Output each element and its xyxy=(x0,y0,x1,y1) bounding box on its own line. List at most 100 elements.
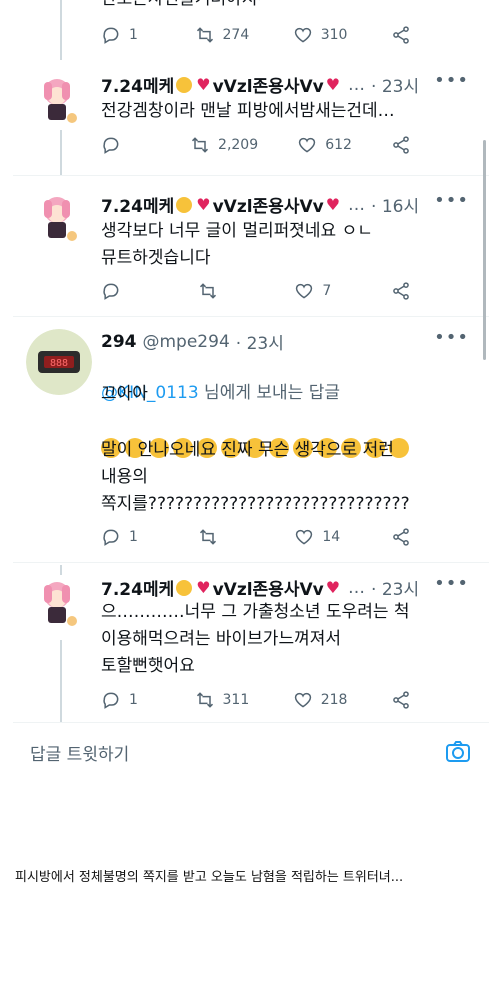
name-truncation: … xyxy=(348,577,366,598)
tweet[interactable]: 7.24메케 ♥ vVzl존용사Vv ♥ … · 23시 ••• 전강겜창이라 … xyxy=(0,60,499,175)
tweet-header: 294 @mpe294 · 23시 xyxy=(101,329,284,355)
reply-button[interactable] xyxy=(101,135,151,155)
tweet-header: 7.24메케 ♥ vVzl존용사Vv ♥ … · 23시 xyxy=(101,575,419,601)
heart-emoji-icon: ♥ xyxy=(325,75,341,94)
tweet[interactable]: 7.24메케 ♥ vVzl존용사Vv ♥ … · 16시 ••• 생각보다 너무… xyxy=(0,176,499,316)
avatar[interactable] xyxy=(28,575,86,633)
tweet-actions: 7 xyxy=(101,280,411,302)
display-name-suffix[interactable]: vVzl존용사Vv xyxy=(213,192,324,217)
display-name[interactable]: 294 xyxy=(101,332,137,352)
tweet-text: 안보는사진을거려야지~ xyxy=(101,0,272,13)
tweet-actions: 1 274 310 xyxy=(101,24,411,46)
kissing-face-icon xyxy=(176,76,193,93)
camera-button[interactable] xyxy=(445,740,471,768)
like-count: 310 xyxy=(320,27,348,43)
timestamp[interactable]: · 16시 xyxy=(371,192,419,217)
avatar-device-icon: 888 xyxy=(26,329,92,395)
heart-icon xyxy=(294,27,311,43)
retweet-icon xyxy=(199,529,216,545)
timestamp[interactable]: · 23시 xyxy=(236,329,284,354)
display-name[interactable]: 7.24메케 xyxy=(101,72,174,97)
avatar[interactable] xyxy=(28,72,86,130)
heart-emoji-icon: ♥ xyxy=(196,75,211,94)
share-button[interactable] xyxy=(391,690,411,710)
tweet-text-continued: 말이 안나오네요 진짜 무슨 생각으로 저런 내용의 쪽지를??????????… xyxy=(101,440,410,514)
tweet-partial[interactable]: 안보는사진을거려야지~ 1 274 310 xyxy=(0,0,499,60)
retweet-count: 2,209 xyxy=(218,137,259,153)
tweet[interactable]: 7.24메케 ♥ vVzl존용사Vv ♥ … · 23시 ••• 으…………너무… xyxy=(0,563,499,723)
svg-text:888: 888 xyxy=(50,358,68,369)
name-truncation: … xyxy=(348,74,366,95)
like-button[interactable]: 612 xyxy=(297,135,352,155)
more-options-icon[interactable]: ••• xyxy=(434,573,469,594)
reply-button[interactable]: 1 xyxy=(101,527,151,547)
tweet[interactable]: 888 294 @mpe294 · 23시 ••• @KIN_0113 님에게 … xyxy=(0,317,499,562)
retweet-count: 311 xyxy=(222,692,250,708)
avatar[interactable] xyxy=(28,190,86,248)
timestamp[interactable]: · 23시 xyxy=(371,72,419,97)
share-button[interactable] xyxy=(391,281,411,301)
tweet-header: 7.24메케 ♥ vVzl존용사Vv ♥ … · 16시 xyxy=(101,192,419,218)
like-count: 612 xyxy=(325,137,352,153)
avatar-character-icon xyxy=(28,190,86,248)
reply-button[interactable] xyxy=(101,281,151,301)
reply-context-label: 님에게 보내는 답글 xyxy=(198,383,340,403)
retweet-button[interactable] xyxy=(198,281,248,301)
retweet-icon xyxy=(192,137,209,153)
avatar-character-icon xyxy=(28,72,86,130)
reply-icon xyxy=(103,137,119,154)
share-icon xyxy=(393,136,409,154)
heart-icon xyxy=(294,692,311,708)
share-icon xyxy=(393,26,409,44)
share-button[interactable] xyxy=(391,135,411,155)
display-name-suffix[interactable]: vVzl존용사Vv xyxy=(213,575,324,600)
display-name[interactable]: 7.24메케 xyxy=(101,192,174,217)
more-options-icon[interactable]: ••• xyxy=(434,70,469,91)
retweet-button[interactable]: 274 xyxy=(195,25,250,45)
retweet-icon xyxy=(199,283,216,299)
display-name-suffix[interactable]: vVzl존용사Vv xyxy=(213,72,324,97)
tweet-actions: 2,209 612 xyxy=(101,134,411,156)
like-count: 7 xyxy=(322,283,332,299)
reply-button[interactable]: 1 xyxy=(101,25,151,45)
more-options-icon[interactable]: ••• xyxy=(434,327,469,348)
more-options-icon[interactable]: ••• xyxy=(434,190,469,211)
like-button[interactable]: 7 xyxy=(294,281,344,301)
like-button[interactable]: 218 xyxy=(293,690,348,710)
reply-compose-input[interactable]: 답글 트윗하기 xyxy=(30,740,129,765)
retweet-count: 274 xyxy=(222,27,250,43)
display-name[interactable]: 7.24메케 xyxy=(101,575,174,600)
like-count: 14 xyxy=(322,529,341,545)
retweet-button[interactable]: 2,209 xyxy=(190,135,258,155)
retweet-button[interactable] xyxy=(198,527,248,547)
avatar-character-icon xyxy=(28,575,86,633)
reply-icon xyxy=(103,529,119,546)
timestamp[interactable]: · 23시 xyxy=(371,575,419,600)
handle[interactable]: @mpe294 xyxy=(143,332,230,352)
heart-emoji-icon: ♥ xyxy=(325,195,341,214)
reply-icon xyxy=(103,692,119,709)
tweet-text: 끄아아 xyxy=(101,384,148,404)
heart-icon xyxy=(298,137,316,153)
kissing-face-icon xyxy=(176,579,193,596)
retweet-button[interactable]: 311 xyxy=(195,690,250,710)
heart-icon xyxy=(296,283,313,299)
like-button[interactable]: 310 xyxy=(293,25,348,45)
avatar[interactable]: 888 xyxy=(26,329,92,395)
heart-emoji-icon: ♥ xyxy=(325,578,341,597)
camera-icon xyxy=(446,741,470,762)
reply-icon xyxy=(103,27,119,44)
tweet-text: 전강겜창이라 맨날 피방에서밤새는건데… xyxy=(101,101,395,121)
reply-button[interactable]: 1 xyxy=(101,690,151,710)
like-count: 218 xyxy=(320,692,348,708)
retweet-icon xyxy=(196,692,213,708)
tweet-actions: 1 311 218 xyxy=(101,689,411,711)
reply-count: 1 xyxy=(129,692,138,708)
kissing-face-icon xyxy=(176,196,193,213)
share-button[interactable] xyxy=(391,25,411,45)
reply-count: 1 xyxy=(129,529,138,545)
share-button[interactable] xyxy=(391,527,411,547)
share-icon xyxy=(393,691,409,709)
like-button[interactable]: 14 xyxy=(294,527,344,547)
scrollbar[interactable] xyxy=(483,140,486,360)
